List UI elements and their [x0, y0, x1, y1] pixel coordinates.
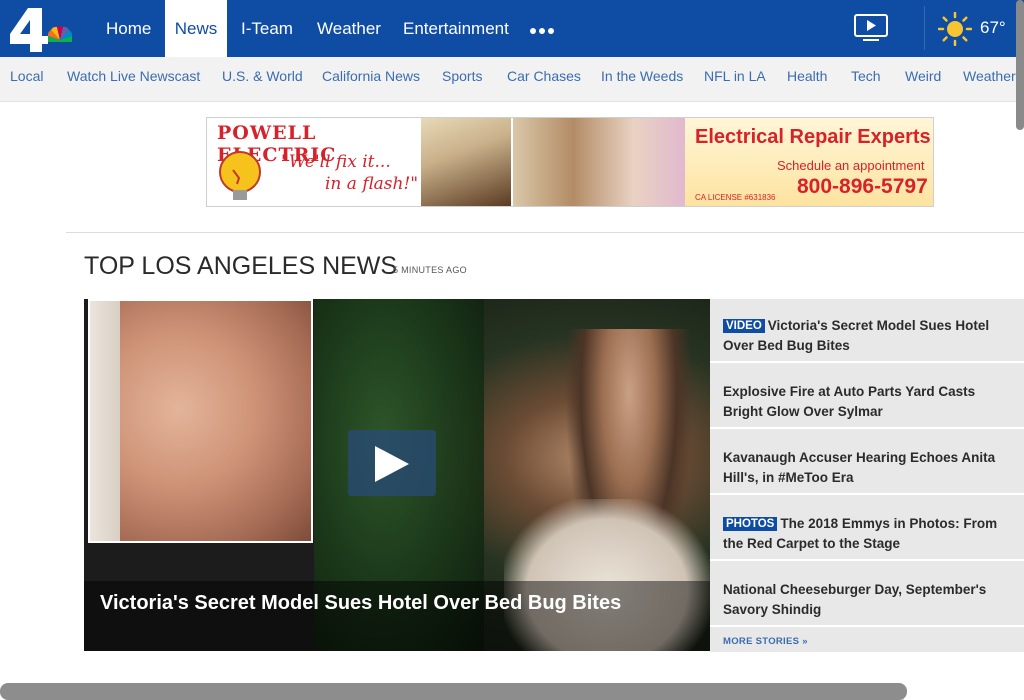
top-nav-bar: Home News I-Team Weather Entertainment 6… [0, 0, 1024, 57]
more-stories-link[interactable]: MORE STORIES » [723, 636, 808, 647]
ad-headline: Electrical Repair Experts [695, 126, 931, 148]
story-item[interactable]: Explosive Fire at Auto Parts Yard Casts … [710, 365, 1024, 429]
ad-phone: 800-896-5797 [797, 175, 928, 198]
subnav-weird[interactable]: Weird [905, 68, 941, 84]
ad-subline: Schedule an appointment [777, 158, 925, 173]
photos-badge: PHOTOS [723, 517, 778, 531]
nav-weather[interactable]: Weather [317, 0, 381, 57]
story-title[interactable]: National Cheeseburger Day, September's S… [723, 582, 986, 617]
hero-video[interactable]: Victoria's Secret Model Sues Hotel Over … [84, 299, 710, 651]
section-title: TOP LOS ANGELES NEWS [84, 252, 398, 280]
subnav-health[interactable]: Health [787, 68, 827, 84]
video-badge: VIDEO [723, 319, 765, 333]
ad-photo-customers [513, 118, 685, 206]
story-title[interactable]: Kavanaugh Accuser Hearing Echoes Anita H… [723, 450, 995, 485]
nav-i-team[interactable]: I-Team [241, 0, 293, 57]
ad-brand-panel: POWELL ELECTRIC "We'll fix it... in a fl… [207, 118, 421, 206]
story-list: VIDEO Victoria's Secret Model Sues Hotel … [710, 299, 1024, 652]
sub-nav-bar: Local Watch Live Newscast U.S. & World C… [0, 57, 1024, 102]
nav-entertainment[interactable]: Entertainment [403, 0, 509, 57]
horizontal-scrollbar[interactable] [0, 683, 907, 700]
hero-inset-image [88, 299, 313, 543]
story-item[interactable]: Kavanaugh Accuser Hearing Echoes Anita H… [710, 431, 1024, 495]
nav-divider [924, 6, 925, 50]
nbc4-logo[interactable] [8, 6, 80, 52]
subnav-car-chases[interactable]: Car Chases [507, 68, 581, 84]
story-item[interactable]: VIDEO Victoria's Secret Model Sues Hotel … [710, 299, 1024, 363]
hero-caption[interactable]: Victoria's Secret Model Sues Hotel Over … [100, 592, 621, 615]
play-icon [375, 446, 409, 482]
more-dots-icon[interactable] [530, 21, 560, 37]
ad-license: CA LICENSE #631836 [695, 193, 776, 202]
temperature[interactable]: 67° [980, 18, 1006, 38]
subnav-local[interactable]: Local [10, 68, 43, 84]
story-item[interactable]: National Cheeseburger Day, September's S… [710, 563, 1024, 627]
tv-play-icon[interactable] [854, 14, 888, 42]
sun-icon[interactable] [938, 12, 972, 46]
subnav-california-news[interactable]: California News [322, 68, 420, 84]
ad-photo-electrician [421, 118, 511, 206]
section-divider [66, 232, 1024, 233]
lightbulb-icon [219, 151, 261, 200]
section-updated-time: 5 MINUTES AGO [393, 265, 467, 275]
subnav-nfl-in-la[interactable]: NFL in LA [704, 68, 766, 84]
subnav-us-world[interactable]: U.S. & World [222, 68, 303, 84]
nav-news[interactable]: News [165, 0, 227, 57]
play-button[interactable] [348, 430, 436, 496]
story-title[interactable]: Explosive Fire at Auto Parts Yard Casts … [723, 384, 975, 419]
ad-info-panel: Electrical Repair Experts Schedule an ap… [685, 118, 933, 206]
subnav-tech[interactable]: Tech [851, 68, 881, 84]
story-item[interactable]: PHOTOS The 2018 Emmys in Photos: From the… [710, 497, 1024, 561]
ad-slogan-line1: "We'll fix it... [281, 152, 391, 172]
subnav-weather[interactable]: Weather [963, 68, 1016, 84]
ad-banner[interactable]: POWELL ELECTRIC "We'll fix it... in a fl… [206, 117, 934, 207]
ad-slogan-line2: in a flash!" [325, 174, 419, 194]
subnav-sports[interactable]: Sports [442, 68, 482, 84]
vertical-scrollbar[interactable] [1016, 0, 1024, 130]
nav-home[interactable]: Home [106, 0, 151, 57]
subnav-watch-live[interactable]: Watch Live Newscast [67, 68, 200, 84]
subnav-in-the-weeds[interactable]: In the Weeds [601, 68, 683, 84]
